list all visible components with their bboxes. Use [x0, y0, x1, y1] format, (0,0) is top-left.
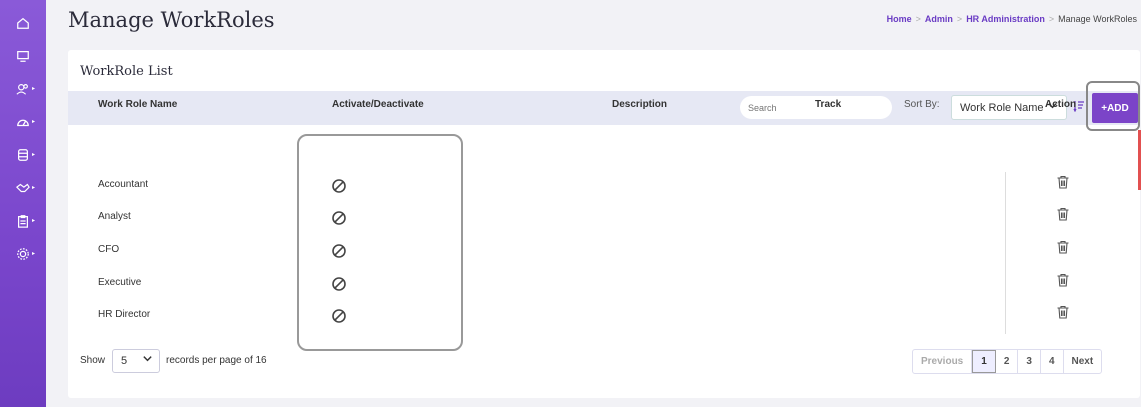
page-size-select[interactable]: 5: [112, 349, 160, 373]
trash-icon[interactable]: [1056, 207, 1070, 221]
handshake-icon[interactable]: ▸: [12, 179, 35, 197]
page-button-2[interactable]: 2: [996, 350, 1019, 373]
trash-icon[interactable]: [1056, 240, 1070, 254]
row-name: CFO: [98, 244, 120, 255]
database-icon[interactable]: ▸: [12, 146, 35, 164]
column-header-work-role-name[interactable]: Work Role Name: [98, 99, 177, 110]
breadcrumb-separator: >: [1048, 14, 1055, 24]
previous-page-button[interactable]: Previous: [913, 350, 973, 373]
column-header-track[interactable]: Track: [815, 99, 841, 110]
row-name: Analyst: [98, 211, 131, 222]
trash-icon[interactable]: [1056, 305, 1070, 319]
page-button-4[interactable]: 4: [1041, 350, 1064, 373]
home-icon[interactable]: [12, 14, 34, 32]
records-text: records per page of 16: [166, 355, 267, 366]
breadcrumb-current: Manage WorkRoles: [1058, 14, 1137, 24]
breadcrumb-home[interactable]: Home: [887, 14, 912, 24]
clipboard-icon[interactable]: ▸: [12, 212, 35, 230]
workrole-list-card: WorkRole List Sort By: Work Role Name +A…: [68, 50, 1140, 398]
users-icon[interactable]: ▸: [12, 80, 35, 98]
row-name: Executive: [98, 277, 142, 288]
next-page-button[interactable]: Next: [1064, 350, 1102, 373]
activate-column-highlight: [297, 134, 463, 351]
add-highlight: [1086, 81, 1140, 131]
show-label: Show: [80, 355, 106, 366]
page-button-1[interactable]: 1: [972, 350, 996, 373]
pagination: Previous 1 2 3 4 Next: [912, 349, 1103, 374]
row-name: Accountant: [98, 179, 149, 190]
column-header-action: Action: [1045, 99, 1077, 110]
monitor-icon[interactable]: [12, 47, 34, 65]
page-button-3[interactable]: 3: [1018, 350, 1041, 373]
breadcrumb: Home > Admin > HR Administration > Manag…: [887, 14, 1137, 24]
column-header-activate[interactable]: Activate/Deactivate: [332, 99, 424, 110]
card-title: WorkRole List: [80, 64, 173, 79]
breadcrumb-hr-administration[interactable]: HR Administration: [966, 14, 1045, 24]
sidebar: ▸ ▸ ▸ ▸ ▸ ▸: [0, 0, 46, 407]
trash-icon[interactable]: [1056, 273, 1070, 287]
scroll-track[interactable]: [1005, 172, 1006, 334]
sort-by-label: Sort By:: [904, 99, 940, 110]
row-name: HR Director: [98, 309, 151, 320]
page-title: Manage WorkRoles: [68, 8, 275, 32]
chevron-down-icon: [142, 353, 153, 367]
sort-select-value: Work Role Name: [960, 102, 1044, 114]
page-size-value: 5: [121, 355, 128, 367]
gauge-icon[interactable]: ▸: [12, 113, 35, 131]
breadcrumb-separator: >: [915, 14, 921, 24]
trash-icon[interactable]: [1056, 175, 1070, 189]
breadcrumb-admin[interactable]: Admin: [925, 14, 953, 24]
column-header-description[interactable]: Description: [612, 99, 667, 110]
settings-icon[interactable]: ▸: [12, 245, 35, 263]
breadcrumb-separator: >: [956, 14, 963, 24]
